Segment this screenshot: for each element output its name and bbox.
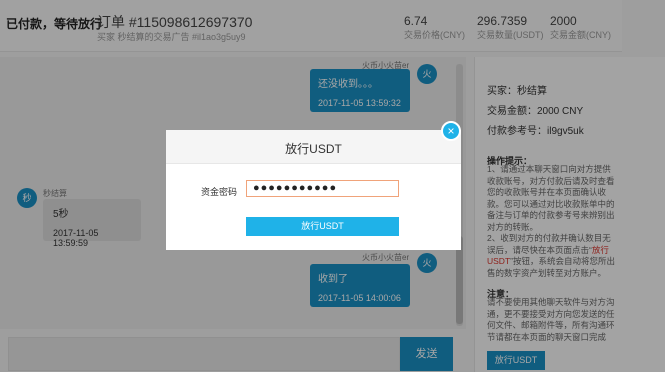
confirm-release-button[interactable]: 放行USDT xyxy=(246,217,399,236)
fund-password-label: 资金密码 xyxy=(201,187,238,197)
close-icon[interactable]: × xyxy=(441,121,461,141)
fund-password-input[interactable]: ●●●●●●●●●●● xyxy=(246,180,399,197)
dialog-title: 放行USDT xyxy=(285,142,342,156)
release-usdt-dialog: 放行USDT 资金密码 ●●●●●●●●●●● 放行USDT xyxy=(166,130,461,250)
